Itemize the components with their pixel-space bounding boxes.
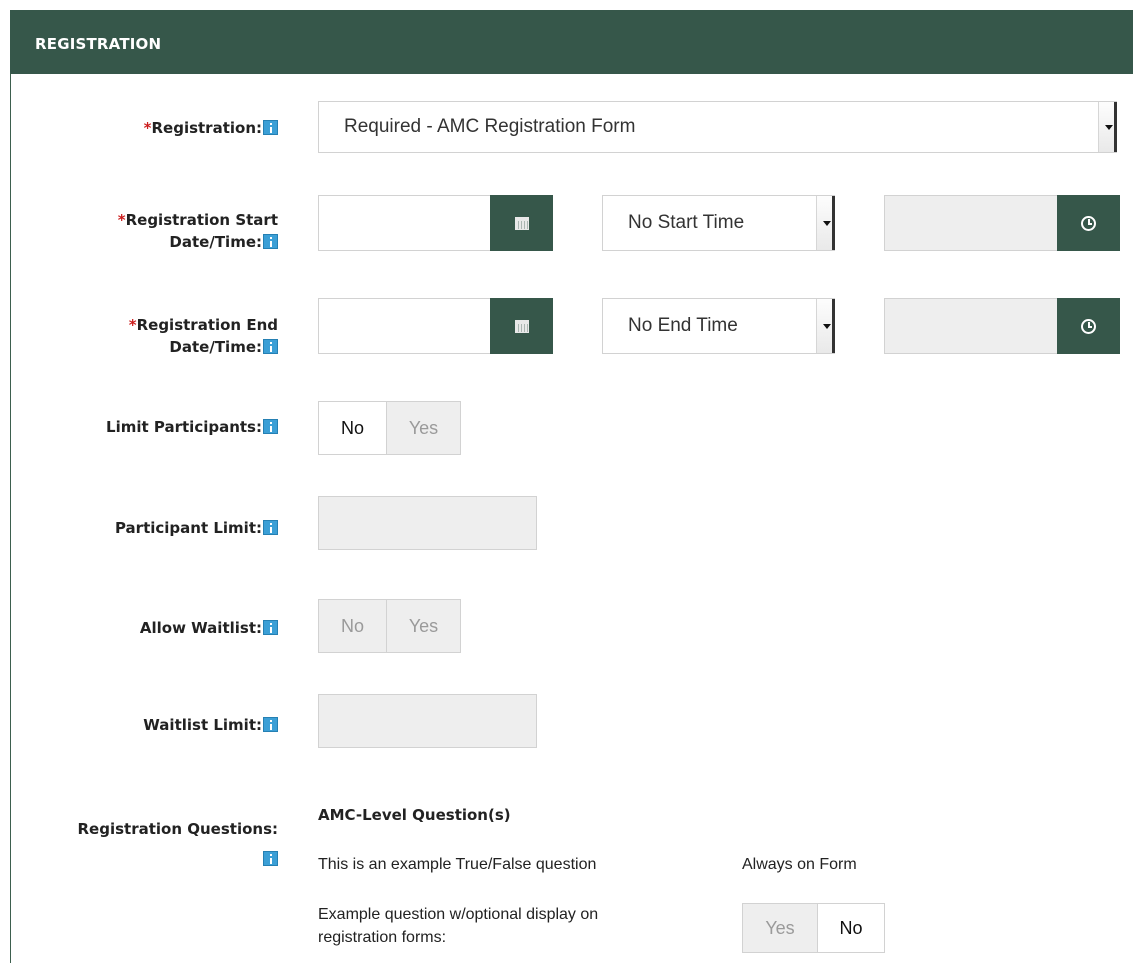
clock-icon [1081,318,1096,334]
end-date-calendar-button[interactable] [490,298,553,354]
end-time-input [884,298,1059,354]
end-time-clock-button[interactable] [1057,298,1120,354]
start-label-line1: Registration Start [125,211,278,229]
limit-participants-yes-option[interactable]: Yes [386,402,460,454]
info-icon[interactable] [263,520,278,535]
info-icon[interactable] [263,620,278,635]
limit-participants-no-option[interactable]: No [319,402,386,454]
start-date-calendar-button[interactable] [490,195,553,251]
waitlist-limit-label-text: Waitlist Limit: [143,716,262,734]
required-marker: * [117,211,126,229]
allow-waitlist-no-option: No [319,600,387,652]
question-2-toggle[interactable]: Yes No [742,903,885,953]
allow-waitlist-yes-option: Yes [387,600,460,652]
registration-label: *Registration: [18,117,278,139]
registration-select[interactable]: Required - AMC Registration Form [318,101,1117,153]
participant-limit-label-text: Participant Limit: [114,519,262,537]
required-marker: * [128,316,137,334]
calendar-icon [514,319,529,333]
end-label-line1: Registration End [136,316,278,334]
end-label-line2: Date/Time: [169,338,262,356]
end-date-input[interactable] [318,298,492,354]
start-time-input [884,195,1059,251]
amc-questions-heading: AMC-Level Question(s) [318,806,511,824]
registration-questions-label: Registration Questions: [18,814,278,874]
question-1-text: This is an example True/False question [318,856,597,873]
start-date-input[interactable] [318,195,492,251]
limit-participants-label-text: Limit Participants: [106,418,262,436]
allow-waitlist-toggle: No Yes [318,599,461,653]
end-time-select[interactable]: No End Time [602,298,835,354]
info-icon[interactable] [263,851,278,866]
registration-label-text: Registration: [151,119,262,137]
chevron-down-icon[interactable] [816,299,835,353]
start-label-line2: Date/Time: [169,233,262,251]
clock-icon [1081,215,1096,231]
question-1-status: Always on Form [742,856,857,873]
info-icon[interactable] [263,120,278,135]
section-title: REGISTRATION [35,35,162,53]
calendar-icon [514,216,529,230]
allow-waitlist-label-text: Allow Waitlist: [139,619,262,637]
participant-limit-label: Participant Limit: [18,517,278,539]
end-time-value: No End Time [628,315,738,336]
registration-select-value: Required - AMC Registration Form [344,116,636,137]
start-time-value: No Start Time [628,212,745,233]
question-2-text-line1: Example question w/optional display on [318,906,599,923]
question-2-text-line2: registration forms: [318,929,447,946]
end-datetime-label: *Registration End Date/Time: [18,314,278,358]
allow-waitlist-label: Allow Waitlist: [18,617,278,639]
info-icon[interactable] [263,717,278,732]
registration-questions-label-text: Registration Questions: [77,820,279,838]
start-time-select[interactable]: No Start Time [602,195,835,251]
limit-participants-label: Limit Participants: [18,416,278,438]
start-datetime-label: *Registration Start Date/Time: [18,209,278,253]
info-icon[interactable] [263,339,278,354]
info-icon[interactable] [263,419,278,434]
question-2-yes-option[interactable]: Yes [743,904,818,952]
participant-limit-input [318,496,537,550]
question-2-text: Example question w/optional display on r… [318,903,598,949]
start-time-clock-button[interactable] [1057,195,1120,251]
section-header: REGISTRATION [10,10,1133,74]
info-icon[interactable] [263,234,278,249]
waitlist-limit-input [318,694,537,748]
limit-participants-toggle[interactable]: No Yes [318,401,461,455]
chevron-down-icon[interactable] [1098,102,1117,152]
chevron-down-icon[interactable] [816,196,835,250]
question-2-no-option[interactable]: No [818,904,884,952]
waitlist-limit-label: Waitlist Limit: [18,714,278,736]
